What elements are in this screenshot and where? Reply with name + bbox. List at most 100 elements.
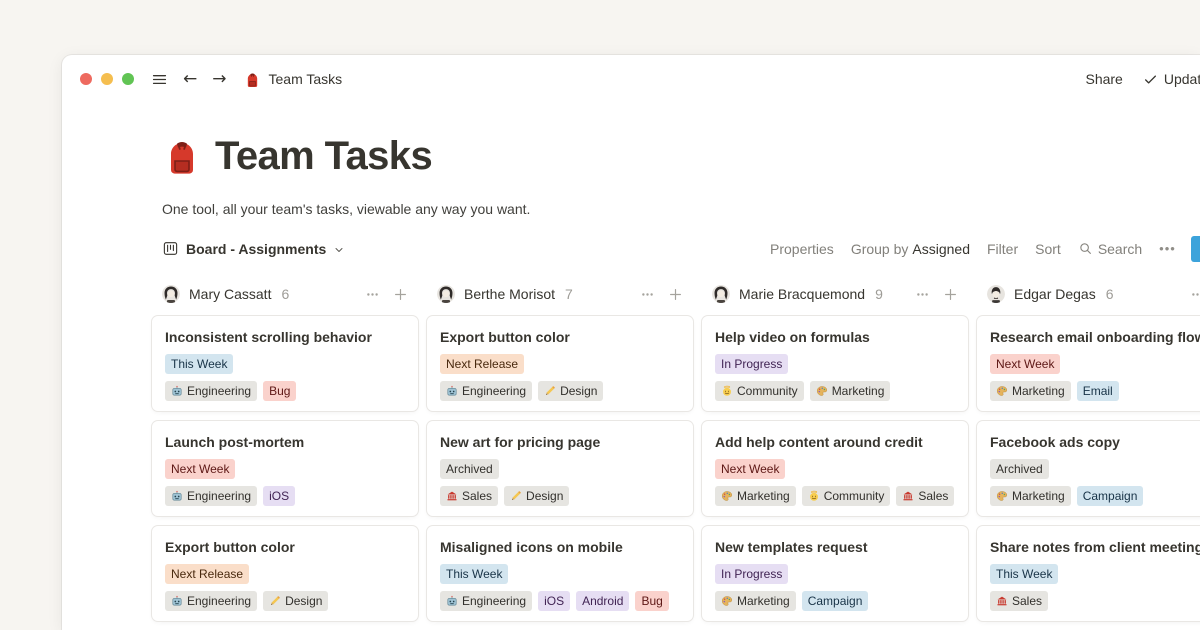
tag-bug: Bug xyxy=(635,591,668,611)
board-column: Edgar Degas 6 Research email onboarding … xyxy=(977,284,1200,630)
task-card[interactable]: New art for pricing page ArchivedSalesDe… xyxy=(427,421,693,516)
tag-label: Marketing xyxy=(737,486,790,506)
updates-button[interactable]: Updates xyxy=(1164,71,1200,87)
status-row: This Week xyxy=(440,564,682,584)
column-more-icon[interactable] xyxy=(915,287,930,302)
tag-label: Next Release xyxy=(446,354,518,374)
tag-engineering: Engineering xyxy=(440,381,532,401)
tags-row: SalesDesign xyxy=(440,486,682,506)
task-card[interactable]: New templates request In ProgressMarketi… xyxy=(702,526,968,621)
search-button[interactable]: Search xyxy=(1078,241,1142,257)
tag-label: Marketing xyxy=(832,381,885,401)
search-label: Search xyxy=(1098,241,1142,257)
backpack-icon xyxy=(244,71,261,88)
robot-icon xyxy=(446,595,458,607)
tags-row: Engineering Design xyxy=(165,591,407,611)
task-title: Add help content around credit xyxy=(715,432,957,452)
status-row: Next Week xyxy=(715,459,957,479)
robot-icon xyxy=(171,490,183,502)
tag-design: Design xyxy=(504,486,569,506)
sidebar-menu-icon[interactable] xyxy=(151,71,168,88)
filter-button[interactable]: Filter xyxy=(987,241,1018,257)
task-card[interactable]: Export button color Next ReleaseEngineer… xyxy=(427,316,693,411)
column-actions xyxy=(1190,287,1200,302)
assignee-name: Edgar Degas xyxy=(1014,286,1096,302)
task-card[interactable]: Share notes from client meeting This Wee… xyxy=(977,526,1200,621)
tag-next-release: Next Release xyxy=(440,354,524,374)
tag-marketing: Marketing xyxy=(990,381,1071,401)
task-card[interactable]: Launch post-mortem Next WeekEngineeringi… xyxy=(152,421,418,516)
tag-label: Engineering xyxy=(187,381,251,401)
tags-row: Engineering Bug xyxy=(165,381,407,401)
column-more-icon[interactable] xyxy=(640,287,655,302)
task-title: New templates request xyxy=(715,537,957,557)
task-title: Help video on formulas xyxy=(715,327,957,347)
tag-label: Next Release xyxy=(171,564,243,584)
task-card[interactable]: Research email onboarding flows Next Wee… xyxy=(977,316,1200,411)
task-card[interactable]: Inconsistent scrolling behavior This Wee… xyxy=(152,316,418,411)
tag-label: Design xyxy=(285,591,322,611)
tag-label: Community xyxy=(824,486,885,506)
page-content: Team Tasks One tool, all your team's tas… xyxy=(62,133,1200,630)
view-label: Board - Assignments xyxy=(186,241,326,257)
back-arrow-icon[interactable]: ← xyxy=(183,71,197,88)
column-add-icon[interactable] xyxy=(943,287,958,302)
task-card[interactable]: Export button color Next Release Engineer… xyxy=(152,526,418,621)
task-card[interactable]: Add help content around credit Next Week… xyxy=(702,421,968,516)
tag-label: Next Week xyxy=(721,459,779,479)
tag-next-release: Next Release xyxy=(165,564,249,584)
palette-icon xyxy=(816,385,828,397)
task-card[interactable]: Facebook ads copy ArchivedMarketingCampa… xyxy=(977,421,1200,516)
assignee-name: Mary Cassatt xyxy=(189,286,271,302)
task-card[interactable]: Help video on formulas In ProgressCommun… xyxy=(702,316,968,411)
column-more-icon[interactable] xyxy=(365,287,380,302)
column-actions xyxy=(365,287,408,302)
task-card[interactable]: Misaligned icons on mobile This Week Engi… xyxy=(427,526,693,621)
tag-campaign: Campaign xyxy=(802,591,869,611)
app-window: ← → Team Tasks Share Updates Team Tasks xyxy=(62,55,1200,630)
tag-label: Bug xyxy=(269,381,290,401)
zoom-window-icon[interactable] xyxy=(122,73,134,85)
tag-label: Next Week xyxy=(996,354,1054,374)
task-title: Misaligned icons on mobile xyxy=(440,537,682,557)
tag-engineering: Engineering xyxy=(165,591,257,611)
tag-label: Sales xyxy=(918,486,948,506)
backpack-icon xyxy=(162,136,202,176)
palette-icon xyxy=(996,490,1008,502)
tags-row: EngineeringiOSAndroidBug xyxy=(440,591,682,611)
more-options-icon[interactable]: ••• xyxy=(1159,241,1176,256)
group-by-value: Assigned xyxy=(912,241,970,257)
tag-engineering: Engineering xyxy=(440,591,532,611)
angel-icon xyxy=(808,490,820,502)
breadcrumb-doc-title[interactable]: Team Tasks xyxy=(269,71,343,87)
task-title: Export button color xyxy=(165,537,407,557)
share-button[interactable]: Share xyxy=(1085,71,1122,87)
sort-button[interactable]: Sort xyxy=(1035,241,1061,257)
tag-ios: iOS xyxy=(263,486,295,506)
properties-button[interactable]: Properties xyxy=(770,241,834,257)
status-row: Next Week xyxy=(990,354,1200,374)
board-column: Marie Bracquemond 9 Help video on formul… xyxy=(702,284,968,621)
task-title: Facebook ads copy xyxy=(990,432,1200,452)
tag-design: Design xyxy=(538,381,603,401)
group-by-button[interactable]: Group byAssigned xyxy=(851,241,970,257)
column-add-icon[interactable] xyxy=(668,287,683,302)
close-window-icon[interactable] xyxy=(80,73,92,85)
status-row: This Week xyxy=(165,354,407,374)
minimize-window-icon[interactable] xyxy=(101,73,113,85)
new-button[interactable]: New xyxy=(1191,236,1200,262)
tag-engineering: Engineering xyxy=(165,486,257,506)
column-header: Berthe Morisot 7 xyxy=(427,284,693,304)
view-switcher[interactable]: Board - Assignments xyxy=(162,240,345,257)
column-count: 6 xyxy=(281,286,289,302)
tag-label: Email xyxy=(1083,381,1113,401)
column-more-icon[interactable] xyxy=(1190,287,1200,302)
palette-icon xyxy=(721,490,733,502)
tag-label: Marketing xyxy=(1012,381,1065,401)
tag-label: This Week xyxy=(996,564,1052,584)
titlebar-actions: Share Updates xyxy=(1085,71,1200,87)
tag-label: Sales xyxy=(1012,591,1042,611)
column-add-icon[interactable] xyxy=(393,287,408,302)
forward-arrow-icon[interactable]: → xyxy=(212,71,226,88)
tag-label: This Week xyxy=(171,354,227,374)
